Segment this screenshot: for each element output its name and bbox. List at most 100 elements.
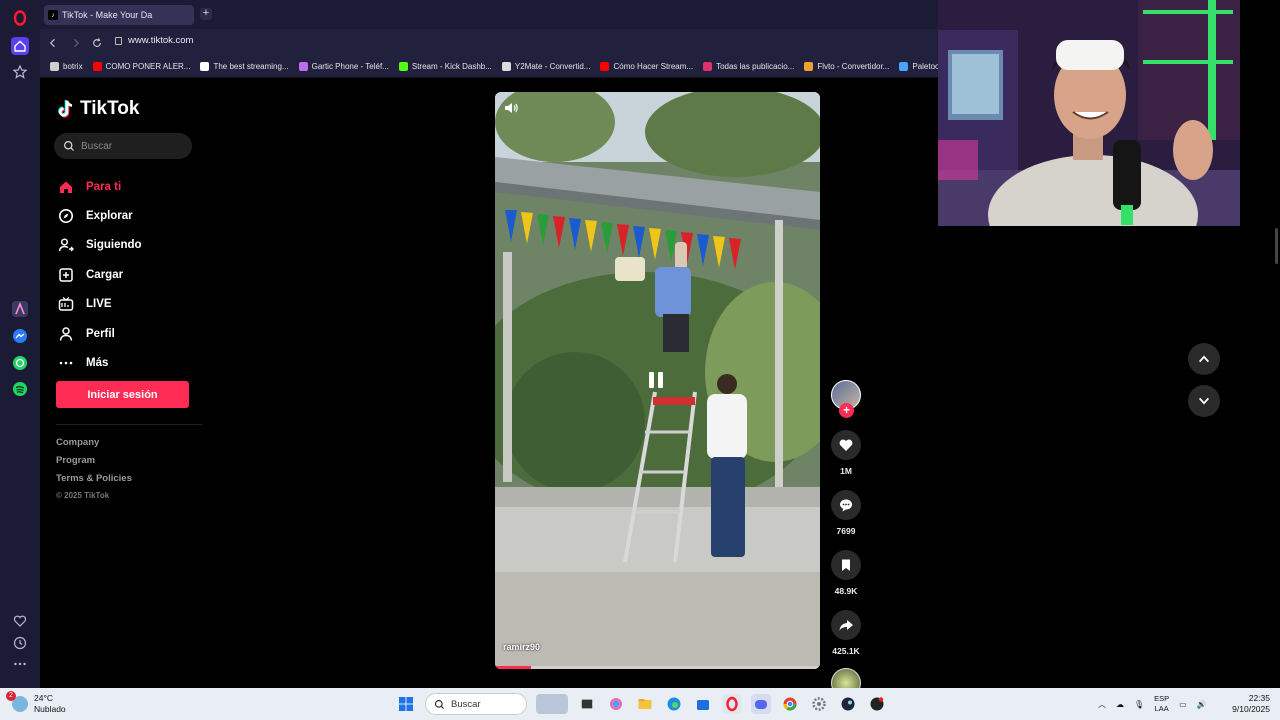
logo-text: TikTok [80,98,140,119]
settings-icon[interactable] [809,694,829,714]
footer-terms-link[interactable]: Terms & Policies [56,473,132,491]
video-player[interactable]: ramirz90 [495,92,820,669]
follow-plus-icon[interactable]: + [839,403,854,418]
star-icon[interactable] [12,64,28,80]
url-field[interactable]: www.tiktok.com [115,35,193,46]
weather-temperature: 24°C [34,693,53,703]
forward-icon[interactable] [68,35,84,51]
video-author[interactable]: ramirz90 [503,642,540,652]
page-scrollbar[interactable] [1275,228,1278,264]
sidebar-item-explorar[interactable]: Explorar [58,201,142,230]
network-icon[interactable]: ☁ [1116,700,1124,709]
divider [56,424,202,425]
weather-widget[interactable]: 2 24°C Nublado [6,691,66,715]
bookmark-favicon-icon [200,62,210,71]
sidebar-item-label: Explorar [86,210,133,223]
search-input[interactable] [81,140,181,152]
whatsapp-icon[interactable] [12,355,28,371]
opera-logo-icon[interactable] [12,10,28,26]
weather-condition: Nublado [34,704,66,714]
bookmark-item[interactable]: Todas las publicacio... [703,62,794,71]
search-icon [64,141,74,151]
bookmark-favicon-icon [501,62,511,71]
chevron-up-icon[interactable]: ︿ [1098,699,1106,710]
bookmark-item[interactable]: Flvto - Convertidor... [804,62,889,71]
bookmark-label: Stream - Kick Dashb... [411,62,492,71]
messenger-icon[interactable] [12,328,28,344]
display-icon[interactable]: ▭ [1179,700,1187,709]
reload-icon[interactable] [89,35,105,51]
bookmark-item[interactable]: botrix [50,62,83,71]
more-icon[interactable] [12,656,28,672]
back-icon[interactable] [45,35,61,51]
bookmark-item[interactable]: Cómo Hacer Stream... [600,62,693,71]
following-icon [58,238,74,252]
taskbar-search[interactable]: Buscar [425,693,527,715]
video-progress-bar[interactable] [495,666,820,669]
tab-tiktok[interactable]: ♪ TikTok - Make Your Da [44,5,194,25]
volume-icon[interactable] [503,100,519,116]
shares-count: 425.1K [832,646,860,656]
edge-icon[interactable] [664,694,684,714]
history-icon[interactable] [12,635,28,651]
spotify-icon[interactable] [12,381,28,397]
sidebar-item-más[interactable]: Más [58,348,142,377]
comment-action[interactable]: 7699 [828,490,864,536]
footer-company-link[interactable]: Company [56,437,132,455]
task-view-icon[interactable] [577,694,597,714]
heart-icon[interactable] [12,613,28,629]
store-icon[interactable] [693,694,713,714]
sidebar-nav: Para ti Explorar Siguiendo Cargar LIVE Perfil… [58,172,142,378]
new-tab-button[interactable]: + [200,8,212,20]
aria-icon[interactable] [12,301,28,317]
tab-title: TikTok - Make Your Da [62,10,153,20]
system-tray: ︿ ☁ 🎙 ESP LAA ▭ 🔊 [1098,694,1207,714]
footer-program-link[interactable]: Program [56,455,132,473]
bookmark-label: botrix [63,62,83,71]
bookmark-item[interactable]: Stream - Kick Dashb... [398,62,492,71]
like-action[interactable]: 1M [828,430,864,476]
sidebar-item-perfil[interactable]: Perfil [58,319,142,348]
chrome-icon[interactable] [780,694,800,714]
home-icon[interactable] [11,37,29,55]
bookmark-item[interactable]: COMO PONER ALER... [92,62,190,71]
save-action[interactable]: 48.9K [828,550,864,596]
heart-icon [839,439,853,451]
login-button[interactable]: Iniciar sesión [56,381,189,408]
sidebar-item-live[interactable]: LIVE [58,290,142,319]
bookmark-favicon-icon [703,62,713,71]
author-avatar[interactable]: + [831,380,861,418]
pause-icon[interactable] [649,372,667,390]
bookmark-item[interactable]: Paletools [899,62,940,71]
steam-icon[interactable] [838,694,858,714]
sidebar-item-siguiendo[interactable]: Siguiendo [58,231,142,260]
next-video-button[interactable] [1188,385,1220,417]
bookmark-item[interactable]: The best streaming... [200,62,289,71]
tab-bar: ♪ TikTok - Make Your Da + [40,0,940,29]
sidebar-item-cargar[interactable]: Cargar [58,260,142,289]
bookmark-item[interactable]: Y2Mate - Convertid... [501,62,590,71]
volume-icon[interactable]: 🔊 [1197,700,1207,709]
search-box[interactable] [54,133,192,159]
obs-icon[interactable] [867,694,887,714]
windows-start-icon[interactable] [396,694,416,714]
file-explorer-icon[interactable] [635,694,655,714]
bookmark-item[interactable]: Gartic Phone - Teléf... [298,62,389,71]
clock[interactable]: 22:35 9/10/2025 [1226,693,1270,715]
taskbar-apps: Buscar [396,693,887,715]
screen: ♪ TikTok - Make Your Da + www.tiktok.com… [0,0,1280,720]
previous-video-button[interactable] [1188,343,1220,375]
language-indicator[interactable]: ESP LAA [1154,694,1169,714]
discord-icon[interactable] [751,694,771,714]
sidebar-item-para-ti[interactable]: Para ti [58,172,142,201]
saves-count: 48.9K [834,586,858,596]
copilot-icon[interactable] [606,694,626,714]
microphone-icon[interactable]: 🎙 [1134,700,1144,709]
bookmarks-bar: botrix COMO PONER ALER... The best streami… [40,56,940,78]
widgets-icon[interactable] [536,694,568,714]
opera-taskbar-icon[interactable] [722,694,742,714]
share-action[interactable]: 425.1K [828,610,864,656]
tiktok-logo[interactable]: TikTok [58,98,139,120]
bookmark-label: Gartic Phone - Teléf... [311,62,389,71]
footer: Company Program Terms & Policies © 2025 … [56,437,132,509]
